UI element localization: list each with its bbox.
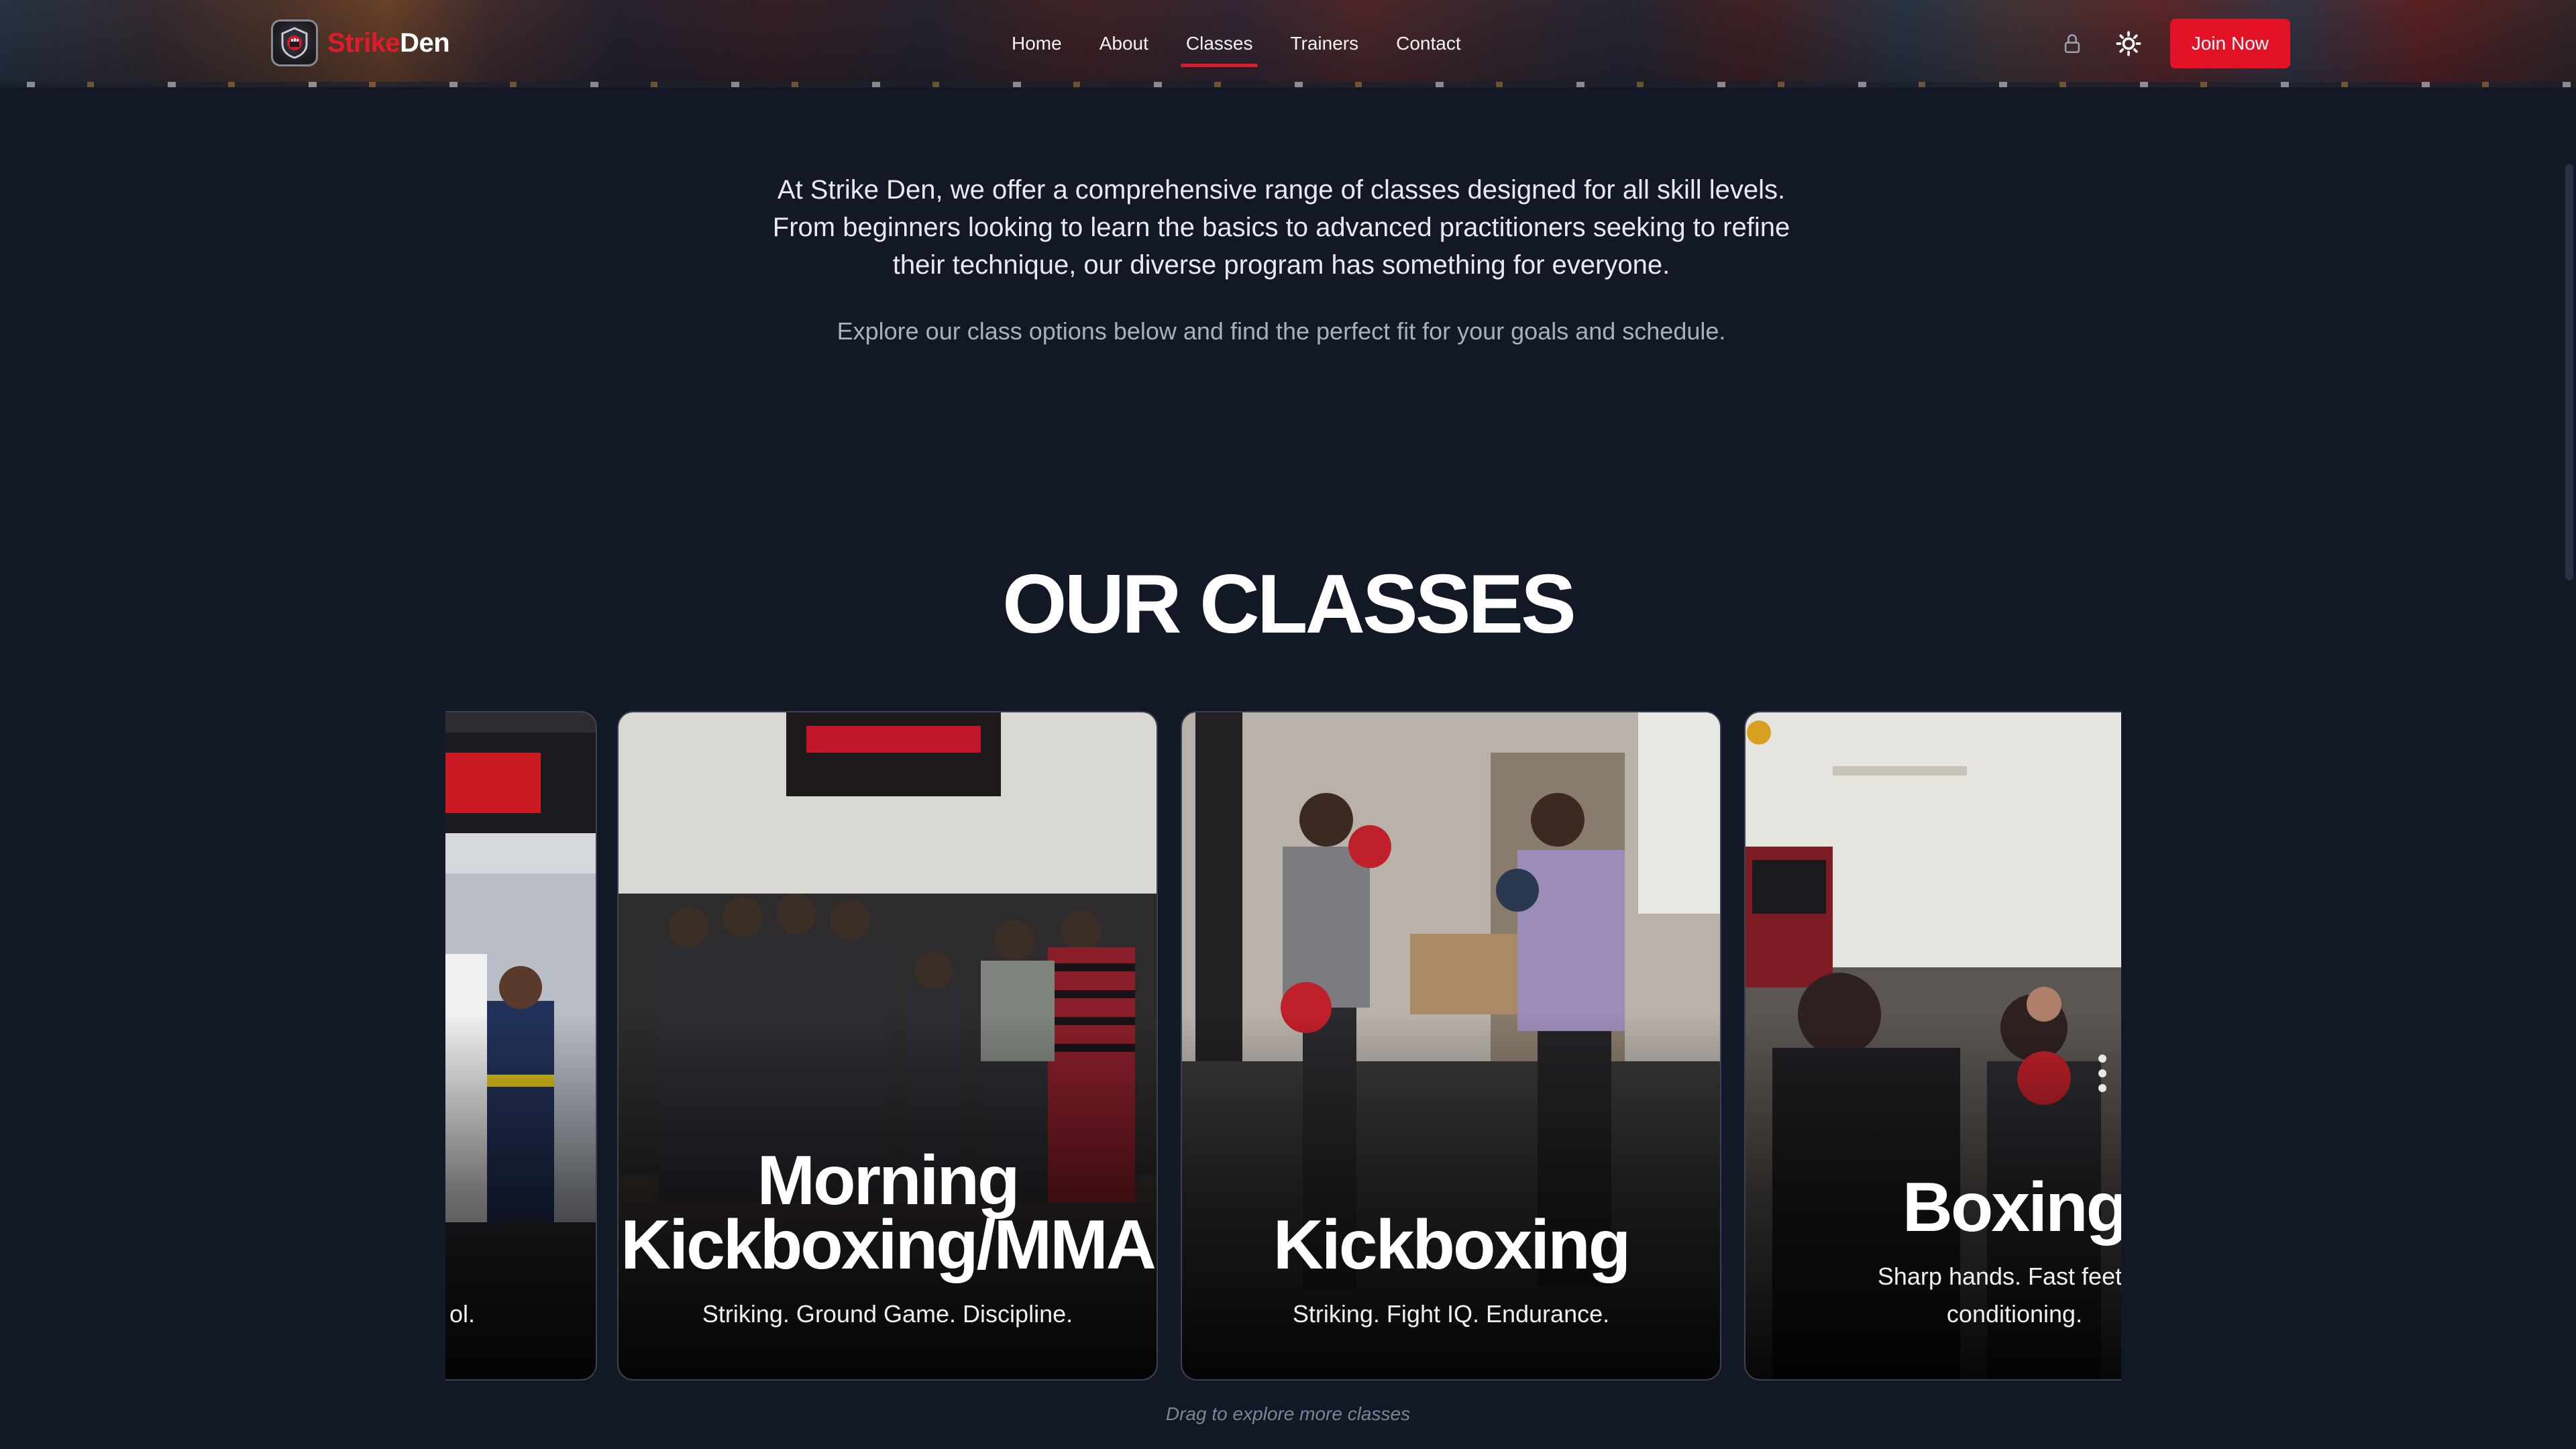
brand-home-link[interactable]: StrikeDen (271, 19, 450, 67)
intro-paragraph: At Strike Den, we offer a comprehensive … (772, 175, 1790, 280)
class-card-subtitle: ol. (449, 1300, 475, 1328)
class-card-boxing[interactable]: Boxing Sharp hands. Fast feet. S conditi… (1744, 711, 2121, 1381)
class-card-kickboxing[interactable]: Kickboxing Striking. Fight IQ. Endurance… (1181, 711, 1721, 1381)
class-card-subtitle-line2: conditioning. (1946, 1300, 2083, 1328)
nav-link-contact[interactable]: Contact (1377, 0, 1480, 87)
class-card-title-line2: Kickboxing/MMA (621, 1206, 1157, 1284)
nav-link-trainers[interactable]: Trainers (1271, 0, 1377, 87)
class-card-title-line1: Morning (757, 1142, 1020, 1220)
fist-shield-icon (271, 19, 318, 66)
class-card-title: Kickboxing (1273, 1206, 1631, 1284)
class-card-subtitle: Striking. Ground Game. Discipline. (702, 1300, 1073, 1328)
top-navbar: StrikeDen Home About Classes Trainers Co… (0, 0, 2576, 87)
class-card-partial-left[interactable]: ol. (445, 711, 597, 1381)
nav-link-about[interactable]: About (1081, 0, 1167, 87)
join-now-button[interactable]: Join Now (2169, 19, 2290, 68)
lock-icon[interactable] (2057, 29, 2087, 58)
carousel-drag-hint: Drag to explore more classes (1165, 1403, 1411, 1424)
nav-actions: Join Now (2057, 19, 2290, 68)
page-scrollbar-thumb[interactable] (2565, 164, 2573, 580)
card-gradient-overlay (445, 712, 596, 1379)
class-card-subtitle: Striking. Fight IQ. Endurance. (1292, 1300, 1610, 1328)
intro-subparagraph: Explore our class options below and find… (837, 317, 1726, 345)
class-card-subtitle-line1: Sharp hands. Fast feet. S (1877, 1263, 2121, 1290)
section-title: OUR CLASSES (1002, 558, 1576, 651)
more-options-icon[interactable] (2097, 1053, 2108, 1093)
brand-name: StrikeDen (327, 28, 450, 58)
nav-link-classes[interactable]: Classes (1167, 0, 1272, 87)
sun-icon[interactable] (2114, 29, 2143, 58)
class-card-morning-kickboxing-mma[interactable]: Morning Kickboxing/MMA Striking. Ground … (617, 711, 1158, 1381)
classes-carousel[interactable]: ol. Morning Kickboxing/MMA Striking. Gro… (445, 711, 2121, 1381)
class-card-title: Boxing (1902, 1169, 2121, 1246)
main-nav: Home About Classes Trainers Contact (993, 0, 1480, 87)
classes-intro: At Strike Den, we offer a comprehensive … (765, 171, 1798, 348)
nav-link-home[interactable]: Home (993, 0, 1081, 87)
brand-name-strike: Strike (327, 28, 400, 58)
brand-name-den: Den (400, 28, 450, 58)
